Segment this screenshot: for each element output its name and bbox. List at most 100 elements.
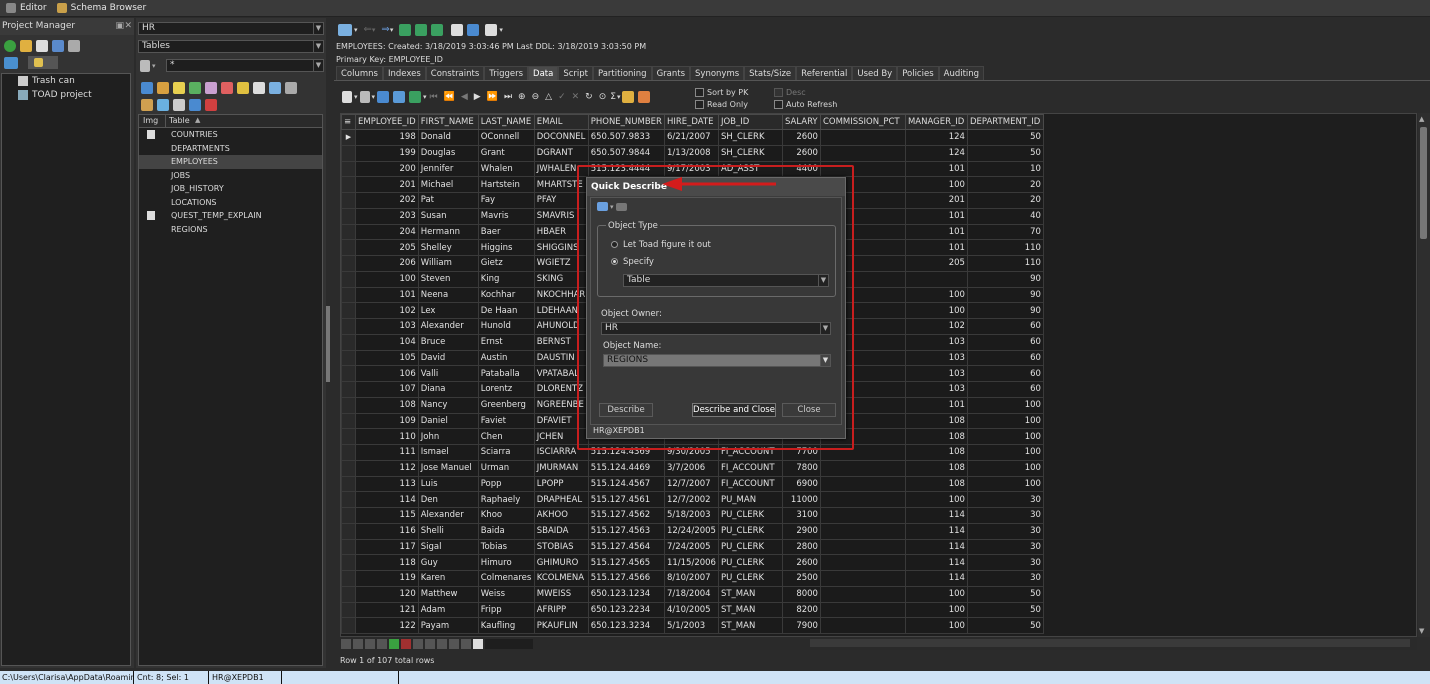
cell-department-id[interactable]: 100 xyxy=(966,396,1044,414)
cell-first-name[interactable]: Valli xyxy=(417,365,479,382)
cell-first-name[interactable]: Bruce xyxy=(417,333,479,351)
cell-department-id[interactable]: 60 xyxy=(966,318,1044,335)
cancel-icon[interactable]: ✕ xyxy=(572,92,580,102)
cell-first-name[interactable]: David xyxy=(417,349,479,367)
table-row[interactable]: 116 Shelli Baida SBAIDA 515.127.4563 12/24/20… xyxy=(341,522,1044,540)
cell-first-name[interactable]: Lex xyxy=(417,302,479,319)
cell-last-name[interactable]: Pataballa xyxy=(477,365,535,382)
cell-job-id[interactable]: FI_ACCOUNT xyxy=(717,475,783,493)
nav-first-icon[interactable] xyxy=(341,638,351,649)
cell-first-name[interactable]: Diana xyxy=(417,381,479,398)
cell-job-id[interactable]: FI_ACCOUNT xyxy=(717,459,783,477)
cell-salary[interactable]: 2600 xyxy=(781,554,821,571)
cell-job-id[interactable]: PU_MAN xyxy=(717,491,783,508)
cell-manager-id[interactable]: 101 xyxy=(904,223,968,241)
save-icon[interactable] xyxy=(52,39,64,52)
row-indicator[interactable] xyxy=(341,412,356,430)
table-row[interactable]: 120 Matthew Weiss MWEISS 650.123.1234 7/18/20… xyxy=(341,585,1044,603)
add-icon[interactable] xyxy=(4,39,16,52)
column-header-phone-number[interactable]: PHONE_NUMBER xyxy=(587,114,665,130)
cell-hire-date[interactable]: 1/13/2008 xyxy=(663,144,719,162)
cell-commission-pct[interactable] xyxy=(819,491,906,508)
post-icon[interactable]: ✓ xyxy=(558,92,566,102)
copy-icon[interactable] xyxy=(189,98,201,111)
cell-employee-id[interactable]: 115 xyxy=(355,507,419,524)
tab-partitioning[interactable]: Partitioning xyxy=(592,66,652,80)
nav-next-icon[interactable] xyxy=(377,638,387,649)
cell-manager-id[interactable]: 100 xyxy=(904,176,968,193)
grid-corner-menu-icon[interactable]: ≡ xyxy=(341,114,356,130)
column-header-last-name[interactable]: LAST_NAME xyxy=(477,114,535,130)
scrollbar-thumb[interactable] xyxy=(1420,127,1427,239)
chevron-down-icon[interactable]: ▾ xyxy=(372,93,376,101)
cell-last-name[interactable]: Chen xyxy=(477,428,535,445)
import-icon[interactable] xyxy=(157,98,169,111)
layout-icon[interactable] xyxy=(485,23,498,36)
nav-prev-page-icon[interactable]: ⏪ xyxy=(444,92,455,102)
cell-manager-id[interactable]: 103 xyxy=(904,333,968,351)
table-row[interactable]: 117 Sigal Tobias STOBIAS 515.127.4564 7/24/20… xyxy=(341,538,1044,556)
cell-last-name[interactable]: Hartstein xyxy=(477,176,535,193)
cell-manager-id[interactable]: 103 xyxy=(904,381,968,398)
cell-hire-date[interactable]: 3/7/2006 xyxy=(663,459,719,477)
row-indicator[interactable] xyxy=(341,507,356,524)
column-header-email[interactable]: EMAIL xyxy=(533,114,589,130)
back-icon[interactable]: ⇐ xyxy=(364,24,372,35)
cell-job-id[interactable]: SH_CLERK xyxy=(717,129,783,146)
cell-hire-date[interactable]: 12/7/2002 xyxy=(663,491,719,508)
cell-first-name[interactable]: Payam xyxy=(417,617,479,634)
cell-first-name[interactable]: Shelley xyxy=(417,239,479,256)
cell-department-id[interactable]: 50 xyxy=(966,617,1044,634)
cell-first-name[interactable]: Ismael xyxy=(417,444,479,461)
cell-first-name[interactable]: Guy xyxy=(417,554,479,571)
forward-icon[interactable]: ⇒ xyxy=(381,24,389,35)
cell-last-name[interactable]: Higgins xyxy=(477,239,535,256)
cell-salary[interactable]: 6900 xyxy=(781,475,821,493)
cell-department-id[interactable]: 50 xyxy=(966,129,1044,146)
table-row[interactable]: 121 Adam Fripp AFRIPP 650.123.2234 4/10/2005 S… xyxy=(341,601,1044,619)
cell-department-id[interactable]: 60 xyxy=(966,333,1044,351)
cell-job-id[interactable]: PU_CLERK xyxy=(717,538,783,556)
grid-hscroll[interactable] xyxy=(485,638,533,649)
cell-employee-id[interactable]: 103 xyxy=(355,318,419,335)
delete-row-icon[interactable] xyxy=(401,638,411,649)
column-header-department-id[interactable]: DEPARTMENT_ID xyxy=(966,114,1044,130)
table-row[interactable]: 112 Jose Manuel Urman JMURMAN 515.124.4469 3/… xyxy=(341,459,1044,477)
cell-manager-id[interactable]: 100 xyxy=(904,491,968,508)
cell-hire-date[interactable]: 11/15/2006 xyxy=(663,554,719,571)
tab-auditing[interactable]: Auditing xyxy=(938,66,985,80)
chevron-down-icon[interactable]: ▾ xyxy=(354,93,358,101)
cell-manager-id[interactable]: 103 xyxy=(904,365,968,382)
table-row[interactable]: 122 Payam Kaufling PKAUFLIN 650.123.3234 5/1/… xyxy=(341,617,1044,634)
cell-employee-id[interactable]: 114 xyxy=(355,491,419,508)
cell-hire-date[interactable]: 7/18/2004 xyxy=(663,585,719,603)
cell-department-id[interactable]: 30 xyxy=(966,522,1044,540)
cell-last-name[interactable]: Austin xyxy=(477,349,535,367)
cell-manager-id[interactable]: 100 xyxy=(904,302,968,319)
cell-employee-id[interactable]: 111 xyxy=(355,444,419,461)
grid-view-icon[interactable] xyxy=(377,90,390,103)
cell-employee-id[interactable]: 122 xyxy=(355,617,419,634)
tab-synonyms[interactable]: Synonyms xyxy=(690,66,745,80)
analyze-icon[interactable] xyxy=(285,81,297,94)
cell-employee-id[interactable]: 205 xyxy=(355,239,419,256)
cell-first-name[interactable]: Adam xyxy=(417,601,479,619)
cell-last-name[interactable]: Baer xyxy=(477,223,535,241)
cell-department-id[interactable]: 110 xyxy=(966,255,1044,272)
cell-last-name[interactable]: Greenberg xyxy=(477,396,535,414)
cell-commission-pct[interactable] xyxy=(819,459,906,477)
filter-icon[interactable] xyxy=(451,23,464,36)
object-row[interactable]: COUNTRIES xyxy=(139,128,322,142)
cell-commission-pct[interactable] xyxy=(819,538,906,556)
cell-department-id[interactable]: 30 xyxy=(966,507,1044,524)
tab-columns[interactable]: Columns xyxy=(336,66,383,80)
cell-manager-id[interactable]: 101 xyxy=(904,160,968,178)
cell-employee-id[interactable]: 110 xyxy=(355,428,419,445)
cell-department-id[interactable]: 30 xyxy=(966,538,1044,556)
tree-item-toad-project[interactable]: TOAD project xyxy=(2,88,130,102)
object-row[interactable]: REGIONS xyxy=(139,223,322,237)
cell-phone-number[interactable]: 650.123.1234 xyxy=(587,585,665,603)
file-view-tab[interactable] xyxy=(28,56,58,69)
row-indicator[interactable] xyxy=(341,239,356,256)
tab-referential[interactable]: Referential xyxy=(796,66,853,80)
